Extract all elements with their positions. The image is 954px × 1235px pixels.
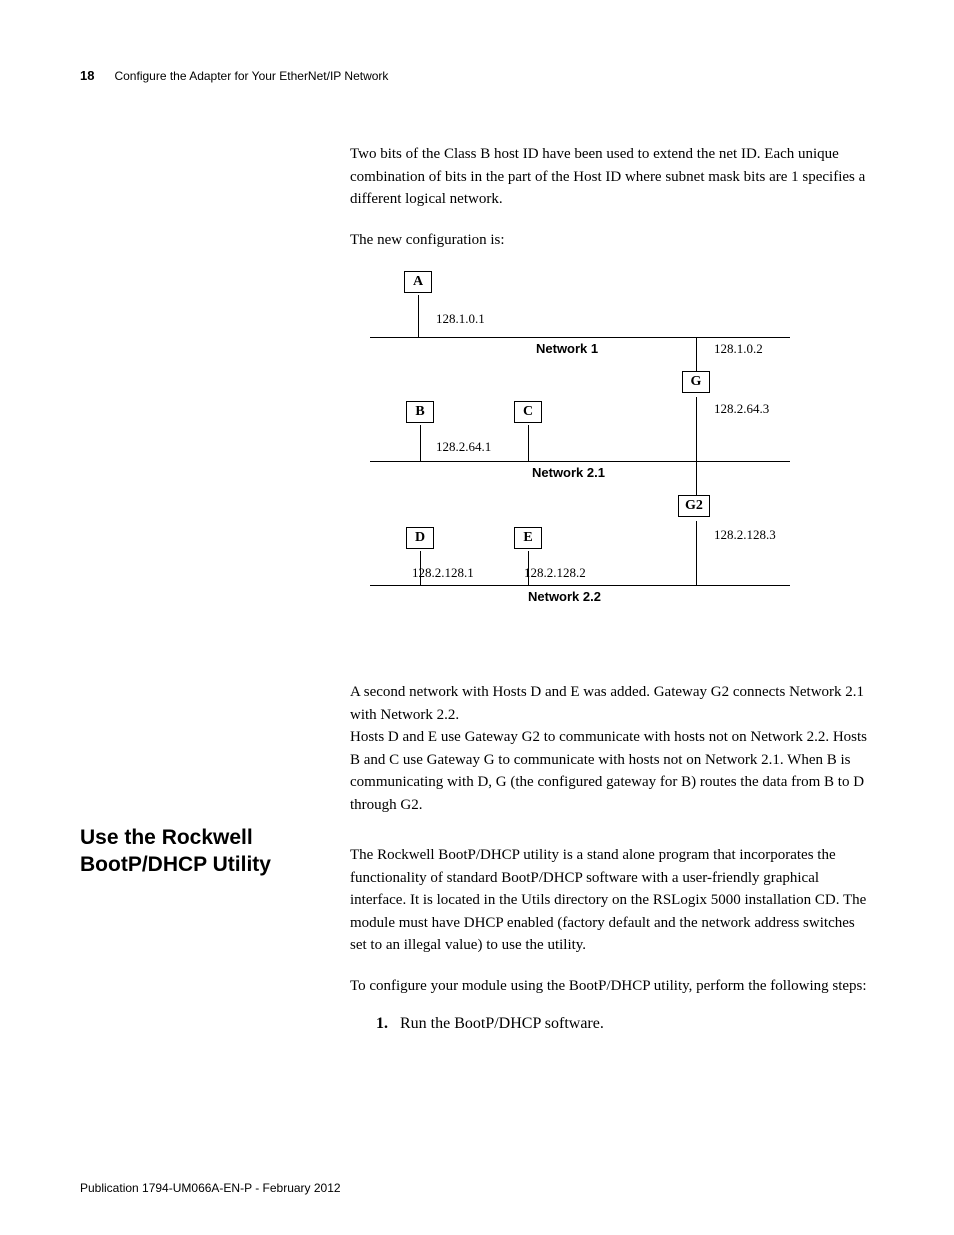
network-label: Network 2.1 [532, 465, 605, 480]
ip-label: 128.2.64.3 [714, 401, 769, 417]
ip-label: 128.1.0.2 [714, 341, 763, 357]
paragraph: A second network with Hosts D and E was … [350, 681, 874, 726]
stub-line [696, 337, 697, 373]
ip-label: 128.1.0.1 [436, 311, 485, 327]
bus-line [370, 337, 790, 338]
paragraph: Hosts D and E use Gateway G2 to communic… [350, 726, 874, 816]
step-text: Run the BootP/DHCP software. [400, 1015, 604, 1032]
bus-line [370, 461, 790, 462]
ip-label: 128.2.128.3 [714, 527, 776, 543]
node-d: D [406, 527, 434, 549]
ip-label: 128.2.128.1 [412, 565, 474, 581]
ip-label: 128.2.64.1 [436, 439, 491, 455]
paragraph: Two bits of the Class B host ID have bee… [350, 143, 874, 211]
stub-line [420, 425, 421, 461]
page-number: 18 [80, 68, 94, 83]
node-g: G [682, 371, 710, 393]
node-e: E [514, 527, 542, 549]
chapter-title: Configure the Adapter for Your EtherNet/… [114, 69, 388, 83]
network-label: Network 2.2 [528, 589, 601, 604]
stub-line [696, 397, 697, 461]
stub-line [418, 295, 419, 337]
stub-line [696, 521, 697, 585]
footer-publication: Publication 1794-UM066A-EN-P - February … [80, 1181, 341, 1195]
network-diagram: A 128.1.0.1 128.1.0.2 Network 1 G 128.2.… [370, 269, 810, 657]
paragraph: The Rockwell BootP/DHCP utility is a sta… [350, 844, 874, 957]
ordered-list: 1. Run the BootP/DHCP software. [376, 1015, 874, 1033]
paragraph: To configure your module using the BootP… [350, 975, 874, 998]
stub-line [696, 461, 697, 497]
step-number: 1. [376, 1015, 396, 1033]
list-item: 1. Run the BootP/DHCP software. [376, 1015, 874, 1033]
page-header: 18 Configure the Adapter for Your EtherN… [80, 68, 874, 83]
node-a: A [404, 271, 432, 293]
bus-line [370, 585, 790, 586]
network-label: Network 1 [536, 341, 598, 356]
node-c: C [514, 401, 542, 423]
paragraph: The new configuration is: [350, 229, 874, 252]
section-heading: Use the Rockwell BootP/DHCP Utility [80, 824, 310, 879]
stub-line [528, 425, 529, 461]
node-b: B [406, 401, 434, 423]
node-g2: G2 [678, 495, 710, 517]
ip-label: 128.2.128.2 [524, 565, 586, 581]
